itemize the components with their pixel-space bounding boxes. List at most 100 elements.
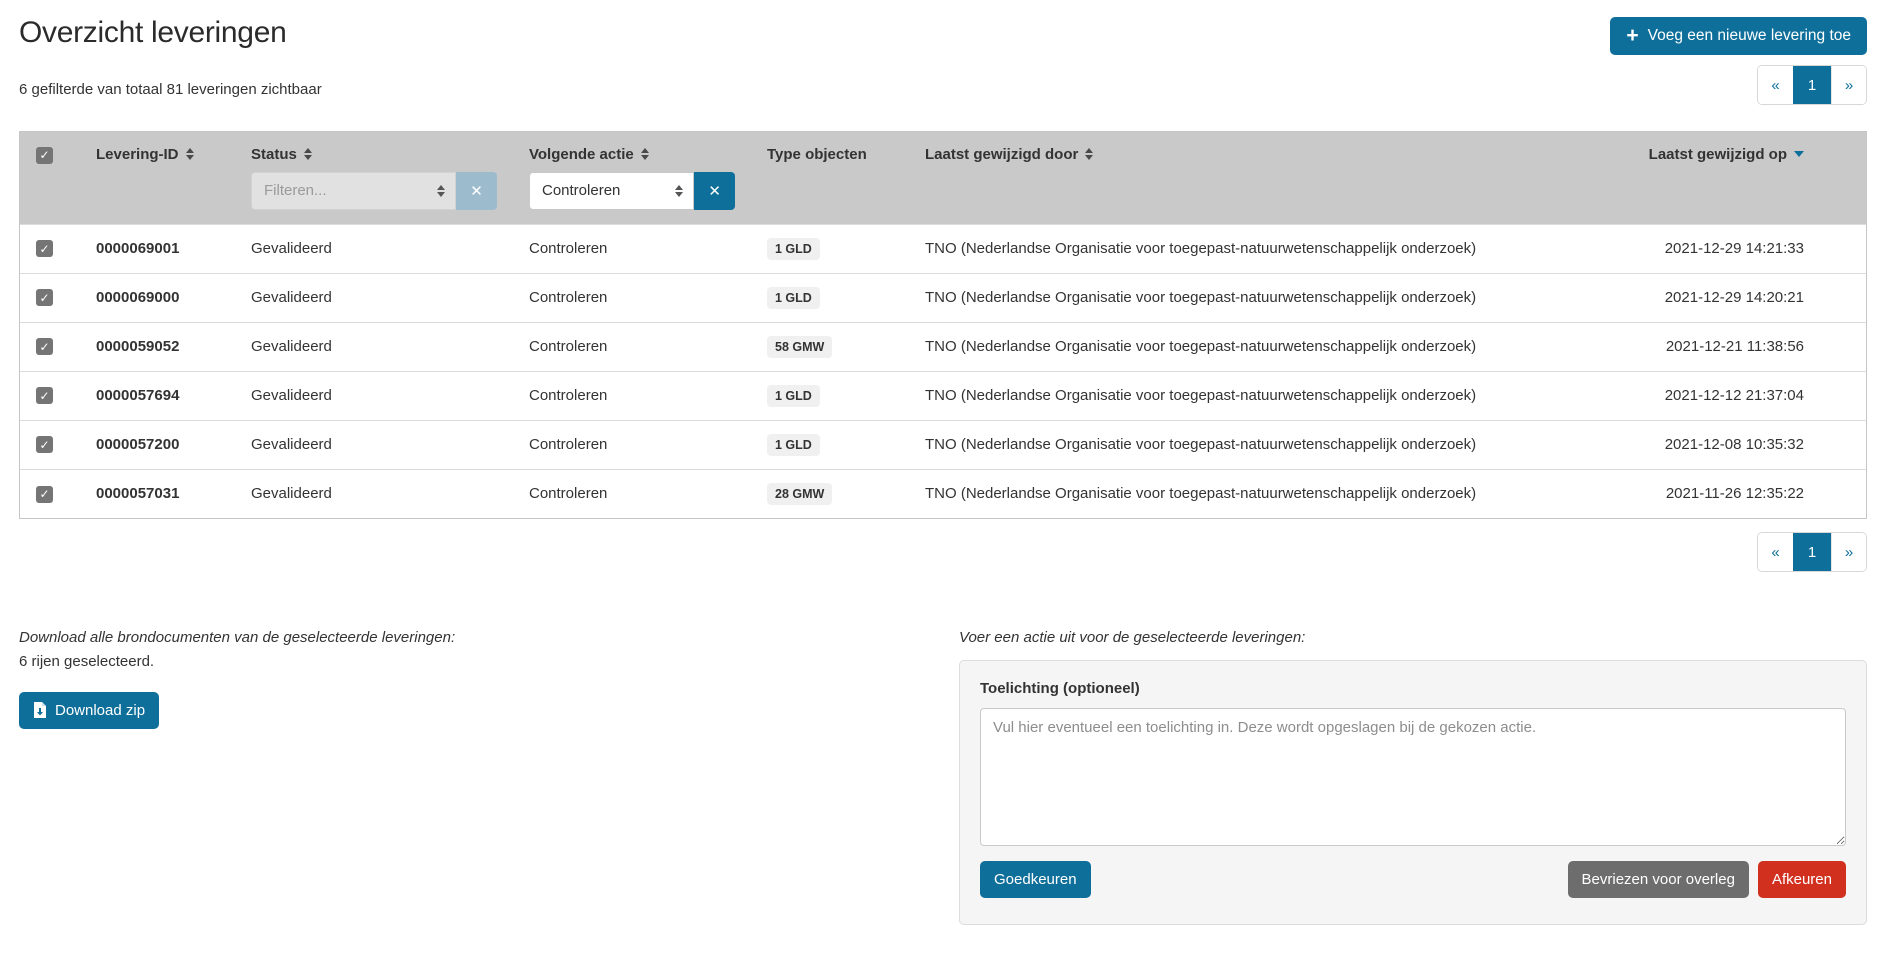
cell-gewijzigd-op: 2021-12-29 14:20:21 xyxy=(1536,273,1866,322)
cell-status: Gevalideerd xyxy=(235,469,513,518)
plus-icon: + xyxy=(1626,25,1638,46)
cell-levering-id: 0000059052 xyxy=(80,322,235,371)
top-bar: Overzicht leveringen + Voeg een nieuwe l… xyxy=(19,0,1867,55)
reject-button[interactable]: Afkeuren xyxy=(1758,861,1846,898)
download-instruction: Download alle brondocumenten van de gese… xyxy=(19,629,929,646)
cell-levering-id: 0000057031 xyxy=(80,469,235,518)
filter-summary: 6 gefilterde van totaal 81 leveringen zi… xyxy=(19,81,322,105)
approve-button[interactable]: Goedkeuren xyxy=(980,861,1091,898)
volgende-actie-filter-clear-button[interactable]: ✕ xyxy=(694,172,735,210)
freeze-button[interactable]: Bevriezen voor overleg xyxy=(1568,861,1749,898)
cell-gewijzigd-op: 2021-12-21 11:38:56 xyxy=(1536,322,1866,371)
sort-icon xyxy=(1085,148,1093,160)
action-instruction: Voer een actie uit voor de geselecteerde… xyxy=(959,629,1867,646)
row-checkbox[interactable]: ✓ xyxy=(36,289,53,306)
download-zip-button[interactable]: Download zip xyxy=(19,692,159,729)
cell-gewijzigd-op: 2021-12-29 14:21:33 xyxy=(1536,224,1866,273)
header-laatst-gewijzigd-op-label: Laatst gewijzigd op xyxy=(1649,146,1787,163)
pagination-bottom: « 1 » xyxy=(1757,532,1867,572)
header-levering-id-label: Levering-ID xyxy=(96,146,179,163)
status-filter-cell: Filteren... ✕ xyxy=(235,166,513,225)
cell-gewijzigd-door: TNO (Nederlandse Organisatie voor toegep… xyxy=(909,469,1536,518)
cell-status: Gevalideerd xyxy=(235,371,513,420)
type-objecten-badge: 1 GLD xyxy=(767,238,820,260)
cell-volgende-actie: Controleren xyxy=(513,322,751,371)
table-row: ✓ 0000057694 Gevalideerd Controleren 1 G… xyxy=(20,371,1866,420)
pagination-page-1-button[interactable]: 1 xyxy=(1793,66,1831,104)
status-filter-select[interactable]: Filteren... xyxy=(251,172,456,210)
pagination-prev-button[interactable]: « xyxy=(1758,66,1793,104)
cell-gewijzigd-door: TNO (Nederlandse Organisatie voor toegep… xyxy=(909,273,1536,322)
page-title: Overzicht leveringen xyxy=(19,16,286,50)
cell-volgende-actie: Controleren xyxy=(513,371,751,420)
header-status-label: Status xyxy=(251,146,297,163)
header-laatst-gewijzigd-door[interactable]: Laatst gewijzigd door xyxy=(909,132,1536,166)
row-checkbox[interactable]: ✓ xyxy=(36,387,53,404)
table-body: ✓ 0000069001 Gevalideerd Controleren 1 G… xyxy=(20,224,1866,518)
cell-gewijzigd-op: 2021-11-26 12:35:22 xyxy=(1536,469,1866,518)
cell-volgende-actie: Controleren xyxy=(513,420,751,469)
type-objecten-badge: 1 GLD xyxy=(767,385,820,407)
lower-section: Download alle brondocumenten van de gese… xyxy=(19,629,1867,925)
pagination-prev-button[interactable]: « xyxy=(1758,533,1793,571)
row-checkbox[interactable]: ✓ xyxy=(36,436,53,453)
header-type-objecten: Type objecten xyxy=(751,132,909,166)
header-levering-id[interactable]: Levering-ID xyxy=(80,132,235,166)
cell-gewijzigd-door: TNO (Nederlandse Organisatie voor toegep… xyxy=(909,371,1536,420)
type-objecten-badge: 58 GMW xyxy=(767,336,832,358)
select-caret-icon xyxy=(675,185,683,197)
cell-status: Gevalideerd xyxy=(235,273,513,322)
table-row: ✓ 0000057031 Gevalideerd Controleren 28 … xyxy=(20,469,1866,518)
table-row: ✓ 0000069001 Gevalideerd Controleren 1 G… xyxy=(20,224,1866,273)
row-checkbox[interactable]: ✓ xyxy=(36,240,53,257)
cell-levering-id: 0000057694 xyxy=(80,371,235,420)
meta-row: 6 gefilterde van totaal 81 leveringen zi… xyxy=(19,65,1867,105)
selected-count: 6 rijen geselecteerd. xyxy=(19,653,929,670)
sort-icon xyxy=(304,148,312,160)
table-row: ✓ 0000057200 Gevalideerd Controleren 1 G… xyxy=(20,420,1866,469)
action-panel: Toelichting (optioneel) Goedkeuren Bevri… xyxy=(959,660,1867,925)
cell-volgende-actie: Controleren xyxy=(513,273,751,322)
table-row: ✓ 0000069000 Gevalideerd Controleren 1 G… xyxy=(20,273,1866,322)
table-row: ✓ 0000059052 Gevalideerd Controleren 58 … xyxy=(20,322,1866,371)
header-type-objecten-label: Type objecten xyxy=(767,146,867,163)
cell-gewijzigd-door: TNO (Nederlandse Organisatie voor toegep… xyxy=(909,420,1536,469)
volgende-actie-filter-cell: Controleren ✕ xyxy=(513,166,751,225)
cell-volgende-actie: Controleren xyxy=(513,224,751,273)
pagination-page-1-button[interactable]: 1 xyxy=(1793,533,1831,571)
toelichting-textarea[interactable] xyxy=(980,708,1846,846)
volgende-actie-filter-select[interactable]: Controleren xyxy=(529,172,694,210)
header-laatst-gewijzigd-op[interactable]: Laatst gewijzigd op xyxy=(1536,132,1866,166)
deliveries-table: ✓ Levering-ID Status Volgende actie Type… xyxy=(19,131,1867,519)
cell-status: Gevalideerd xyxy=(235,322,513,371)
header-volgende-actie[interactable]: Volgende actie xyxy=(513,132,751,166)
select-caret-icon xyxy=(437,185,445,197)
download-zip-icon xyxy=(33,702,47,719)
status-filter-placeholder: Filteren... xyxy=(264,182,327,199)
download-section: Download alle brondocumenten van de gese… xyxy=(19,629,959,729)
type-objecten-badge: 28 GMW xyxy=(767,483,832,505)
pagination-next-button[interactable]: » xyxy=(1831,66,1866,104)
cell-levering-id: 0000057200 xyxy=(80,420,235,469)
pagination-top: « 1 » xyxy=(1757,65,1867,105)
sort-desc-icon xyxy=(1794,151,1804,157)
cell-gewijzigd-op: 2021-12-12 21:37:04 xyxy=(1536,371,1866,420)
add-delivery-button-label: Voeg een nieuwe levering toe xyxy=(1648,27,1851,45)
volgende-actie-filter-value: Controleren xyxy=(542,182,620,199)
type-objecten-badge: 1 GLD xyxy=(767,287,820,309)
header-volgende-actie-label: Volgende actie xyxy=(529,146,634,163)
select-all-checkbox[interactable]: ✓ xyxy=(36,147,53,164)
cell-status: Gevalideerd xyxy=(235,420,513,469)
row-checkbox[interactable]: ✓ xyxy=(36,338,53,355)
cell-gewijzigd-op: 2021-12-08 10:35:32 xyxy=(1536,420,1866,469)
bottom-pagination-row: « 1 » xyxy=(19,532,1867,572)
header-status[interactable]: Status xyxy=(235,132,513,166)
select-all-header: ✓ xyxy=(20,132,80,166)
download-zip-button-label: Download zip xyxy=(55,702,145,719)
cell-status: Gevalideerd xyxy=(235,224,513,273)
cell-levering-id: 0000069000 xyxy=(80,273,235,322)
add-delivery-button[interactable]: + Voeg een nieuwe levering toe xyxy=(1610,17,1867,55)
status-filter-clear-button[interactable]: ✕ xyxy=(456,172,497,210)
pagination-next-button[interactable]: » xyxy=(1831,533,1866,571)
row-checkbox[interactable]: ✓ xyxy=(36,486,53,503)
